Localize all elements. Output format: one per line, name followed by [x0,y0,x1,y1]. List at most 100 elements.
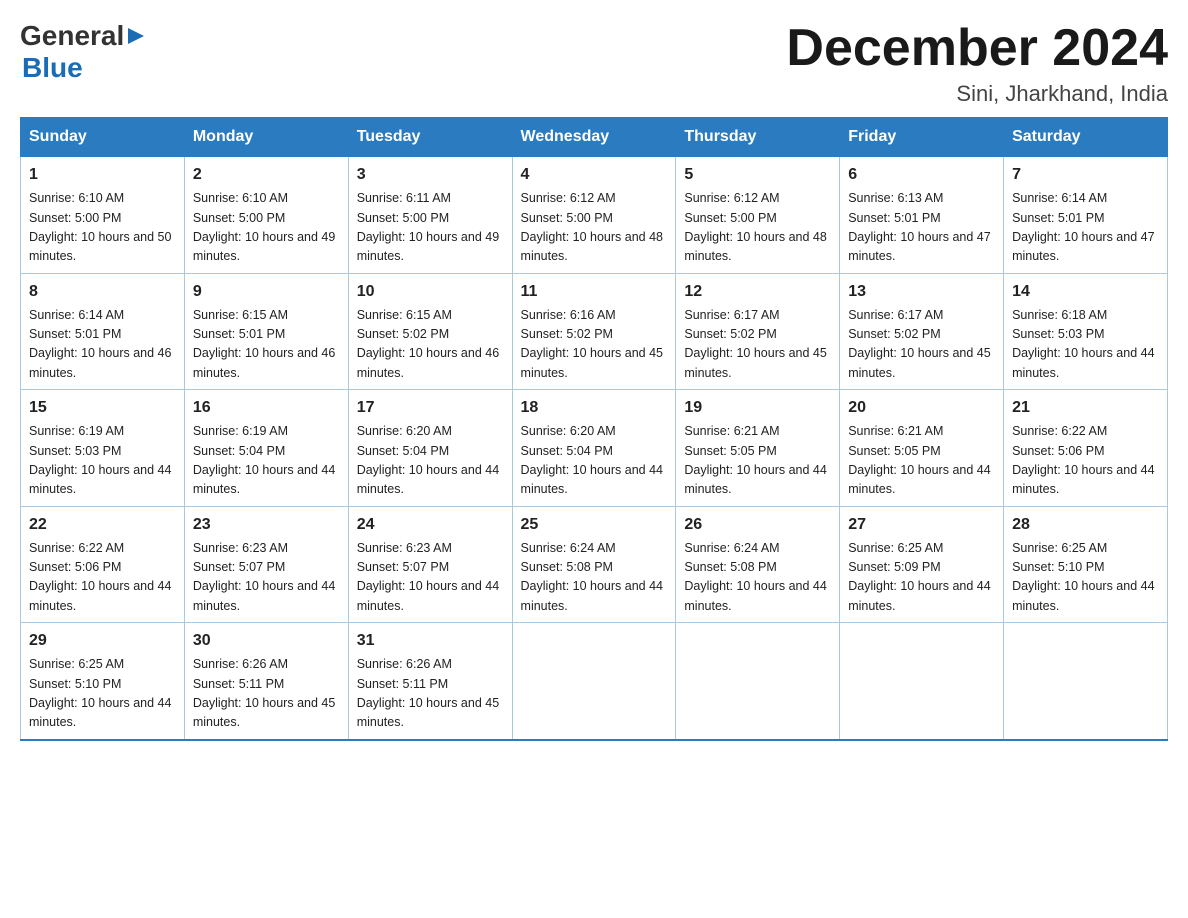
day-info: Sunrise: 6:26 AMSunset: 5:11 PMDaylight:… [357,655,504,733]
calendar-day-cell: 26Sunrise: 6:24 AMSunset: 5:08 PMDayligh… [676,506,840,623]
calendar-week-row: 15Sunrise: 6:19 AMSunset: 5:03 PMDayligh… [21,390,1168,507]
day-number: 13 [848,280,995,304]
weekday-header-sunday: Sunday [21,118,185,157]
day-info: Sunrise: 6:24 AMSunset: 5:08 PMDaylight:… [521,539,668,617]
day-number: 27 [848,513,995,537]
day-info: Sunrise: 6:17 AMSunset: 5:02 PMDaylight:… [684,306,831,384]
weekday-header-wednesday: Wednesday [512,118,676,157]
weekday-header-thursday: Thursday [676,118,840,157]
day-info: Sunrise: 6:13 AMSunset: 5:01 PMDaylight:… [848,189,995,267]
day-number: 21 [1012,396,1159,420]
day-info: Sunrise: 6:11 AMSunset: 5:00 PMDaylight:… [357,189,504,267]
logo-arrow-icon [124,26,146,46]
calendar-day-cell: 9Sunrise: 6:15 AMSunset: 5:01 PMDaylight… [184,273,348,390]
logo-blue-text: Blue [22,52,83,83]
day-number: 18 [521,396,668,420]
day-number: 26 [684,513,831,537]
calendar-day-cell [1004,623,1168,740]
day-info: Sunrise: 6:20 AMSunset: 5:04 PMDaylight:… [521,422,668,500]
calendar-day-cell: 31Sunrise: 6:26 AMSunset: 5:11 PMDayligh… [348,623,512,740]
day-info: Sunrise: 6:24 AMSunset: 5:08 PMDaylight:… [684,539,831,617]
day-info: Sunrise: 6:10 AMSunset: 5:00 PMDaylight:… [29,189,176,267]
day-number: 3 [357,163,504,187]
weekday-header-monday: Monday [184,118,348,157]
day-info: Sunrise: 6:22 AMSunset: 5:06 PMDaylight:… [1012,422,1159,500]
calendar-day-cell: 11Sunrise: 6:16 AMSunset: 5:02 PMDayligh… [512,273,676,390]
calendar-week-row: 1Sunrise: 6:10 AMSunset: 5:00 PMDaylight… [21,157,1168,274]
calendar-day-cell: 15Sunrise: 6:19 AMSunset: 5:03 PMDayligh… [21,390,185,507]
day-info: Sunrise: 6:16 AMSunset: 5:02 PMDaylight:… [521,306,668,384]
calendar-day-cell [840,623,1004,740]
day-info: Sunrise: 6:20 AMSunset: 5:04 PMDaylight:… [357,422,504,500]
calendar-day-cell: 24Sunrise: 6:23 AMSunset: 5:07 PMDayligh… [348,506,512,623]
day-info: Sunrise: 6:25 AMSunset: 5:10 PMDaylight:… [29,655,176,733]
page-header: General Blue December 2024 Sini, Jharkha… [20,20,1168,107]
day-info: Sunrise: 6:25 AMSunset: 5:10 PMDaylight:… [1012,539,1159,617]
day-info: Sunrise: 6:23 AMSunset: 5:07 PMDaylight:… [193,539,340,617]
day-info: Sunrise: 6:26 AMSunset: 5:11 PMDaylight:… [193,655,340,733]
day-info: Sunrise: 6:17 AMSunset: 5:02 PMDaylight:… [848,306,995,384]
calendar-week-row: 8Sunrise: 6:14 AMSunset: 5:01 PMDaylight… [21,273,1168,390]
weekday-header-saturday: Saturday [1004,118,1168,157]
day-number: 15 [29,396,176,420]
day-info: Sunrise: 6:25 AMSunset: 5:09 PMDaylight:… [848,539,995,617]
calendar-day-cell: 13Sunrise: 6:17 AMSunset: 5:02 PMDayligh… [840,273,1004,390]
calendar-day-cell: 14Sunrise: 6:18 AMSunset: 5:03 PMDayligh… [1004,273,1168,390]
calendar-day-cell [676,623,840,740]
calendar-day-cell: 17Sunrise: 6:20 AMSunset: 5:04 PMDayligh… [348,390,512,507]
day-number: 31 [357,629,504,653]
weekday-header-friday: Friday [840,118,1004,157]
calendar-table: SundayMondayTuesdayWednesdayThursdayFrid… [20,117,1168,741]
month-title: December 2024 [786,20,1168,77]
logo: General Blue [20,20,146,84]
day-info: Sunrise: 6:15 AMSunset: 5:02 PMDaylight:… [357,306,504,384]
day-number: 22 [29,513,176,537]
weekday-header-tuesday: Tuesday [348,118,512,157]
day-info: Sunrise: 6:14 AMSunset: 5:01 PMDaylight:… [29,306,176,384]
day-number: 16 [193,396,340,420]
calendar-day-cell [512,623,676,740]
day-number: 6 [848,163,995,187]
day-info: Sunrise: 6:12 AMSunset: 5:00 PMDaylight:… [684,189,831,267]
weekday-header-row: SundayMondayTuesdayWednesdayThursdayFrid… [21,118,1168,157]
day-info: Sunrise: 6:18 AMSunset: 5:03 PMDaylight:… [1012,306,1159,384]
day-number: 23 [193,513,340,537]
calendar-day-cell: 10Sunrise: 6:15 AMSunset: 5:02 PMDayligh… [348,273,512,390]
day-info: Sunrise: 6:14 AMSunset: 5:01 PMDaylight:… [1012,189,1159,267]
day-info: Sunrise: 6:12 AMSunset: 5:00 PMDaylight:… [521,189,668,267]
logo-general-text: General [20,20,124,52]
day-number: 2 [193,163,340,187]
calendar-week-row: 29Sunrise: 6:25 AMSunset: 5:10 PMDayligh… [21,623,1168,740]
day-number: 9 [193,280,340,304]
day-number: 24 [357,513,504,537]
day-number: 30 [193,629,340,653]
calendar-day-cell: 27Sunrise: 6:25 AMSunset: 5:09 PMDayligh… [840,506,1004,623]
day-number: 1 [29,163,176,187]
calendar-day-cell: 29Sunrise: 6:25 AMSunset: 5:10 PMDayligh… [21,623,185,740]
calendar-day-cell: 19Sunrise: 6:21 AMSunset: 5:05 PMDayligh… [676,390,840,507]
day-info: Sunrise: 6:23 AMSunset: 5:07 PMDaylight:… [357,539,504,617]
day-number: 28 [1012,513,1159,537]
calendar-week-row: 22Sunrise: 6:22 AMSunset: 5:06 PMDayligh… [21,506,1168,623]
calendar-day-cell: 3Sunrise: 6:11 AMSunset: 5:00 PMDaylight… [348,157,512,274]
day-number: 10 [357,280,504,304]
day-number: 14 [1012,280,1159,304]
day-number: 19 [684,396,831,420]
day-number: 4 [521,163,668,187]
calendar-day-cell: 23Sunrise: 6:23 AMSunset: 5:07 PMDayligh… [184,506,348,623]
calendar-day-cell: 30Sunrise: 6:26 AMSunset: 5:11 PMDayligh… [184,623,348,740]
day-number: 25 [521,513,668,537]
calendar-day-cell: 7Sunrise: 6:14 AMSunset: 5:01 PMDaylight… [1004,157,1168,274]
day-number: 17 [357,396,504,420]
title-block: December 2024 Sini, Jharkhand, India [786,20,1168,107]
calendar-day-cell: 12Sunrise: 6:17 AMSunset: 5:02 PMDayligh… [676,273,840,390]
day-info: Sunrise: 6:10 AMSunset: 5:00 PMDaylight:… [193,189,340,267]
calendar-day-cell: 18Sunrise: 6:20 AMSunset: 5:04 PMDayligh… [512,390,676,507]
day-number: 20 [848,396,995,420]
location-subtitle: Sini, Jharkhand, India [786,81,1168,107]
calendar-day-cell: 20Sunrise: 6:21 AMSunset: 5:05 PMDayligh… [840,390,1004,507]
day-info: Sunrise: 6:21 AMSunset: 5:05 PMDaylight:… [848,422,995,500]
calendar-day-cell: 4Sunrise: 6:12 AMSunset: 5:00 PMDaylight… [512,157,676,274]
calendar-day-cell: 22Sunrise: 6:22 AMSunset: 5:06 PMDayligh… [21,506,185,623]
calendar-day-cell: 8Sunrise: 6:14 AMSunset: 5:01 PMDaylight… [21,273,185,390]
